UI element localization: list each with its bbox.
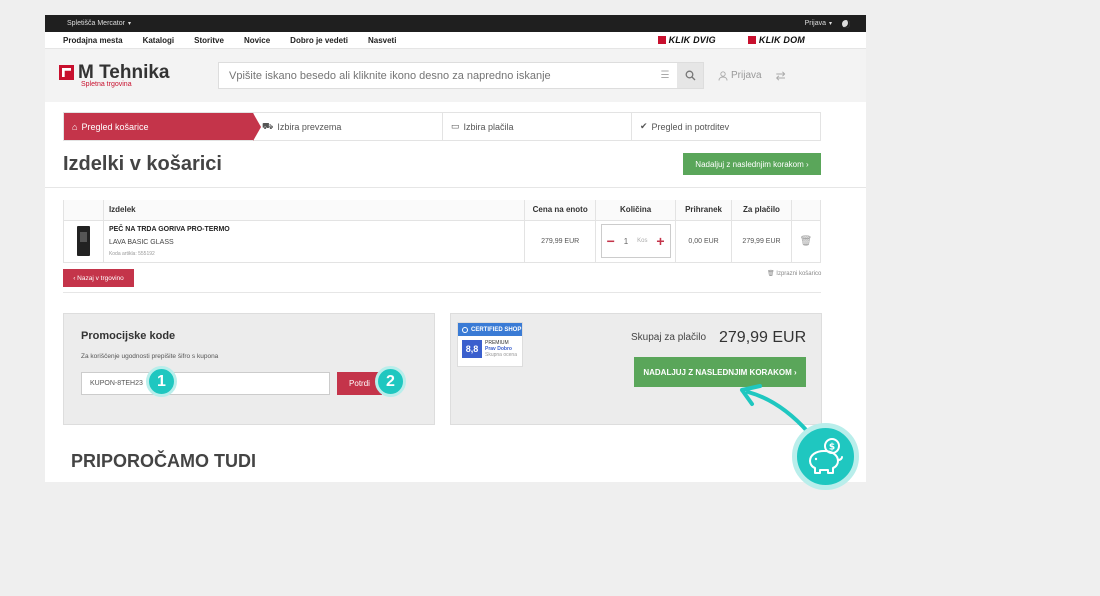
column-header: Cena na enoto (524, 200, 597, 221)
quantity-stepper: − 1 Kos + (600, 224, 671, 258)
quantity-unit: Kos (637, 238, 648, 244)
divider (45, 187, 866, 188)
increase-quantity-button[interactable]: + (656, 234, 664, 248)
dark-mode-icon[interactable] (842, 19, 850, 28)
rating-score: 8,8 (462, 340, 482, 358)
next-step-button[interactable]: NADALJUJ Z NASLEDNJIM KORAKOM › (634, 357, 806, 387)
unit-price: 279,99 EUR (524, 219, 597, 263)
table-row: PEČ NA TRDA GORIVA PRO-TERMO LAVA BASIC … (63, 219, 822, 263)
main-nav: Prodajna mesta Katalogi Storitve Novice … (45, 32, 866, 49)
product-code: Koda artikla: 555192 (108, 250, 155, 257)
column-header: Količina (595, 200, 677, 221)
klik-logo-icon (657, 36, 666, 44)
divider (63, 292, 821, 293)
top-login-link[interactable]: Prijava ▾ (805, 20, 832, 27)
shop-page: Spletišča Mercator ▾ Prijava ▾ Prodajna me… (45, 15, 866, 482)
product-image[interactable] (76, 226, 90, 256)
column-header: Prihranek (675, 200, 733, 221)
truck-icon: ⛟ (262, 120, 274, 131)
logo[interactable]: M Tehnika Spletna trgovina (59, 63, 214, 88)
decrease-quantity-button[interactable]: − (607, 234, 615, 248)
trash-icon[interactable]: 🗑 (800, 236, 813, 247)
user-icon (718, 70, 728, 81)
empty-cart-link[interactable]: 🗑 Izprazni košarico (767, 270, 821, 277)
cart-table: Izdelek Cena na enoto Količina Prihranek… (63, 200, 822, 263)
rating-caption: Skupna ocena (485, 352, 517, 358)
site-header: M Tehnika Spletna trgovina ☰ Prijava ⇄ (45, 49, 866, 102)
trash-icon: 🗑 (767, 271, 775, 277)
step-cart-review[interactable]: ⌂ Pregled košarice (64, 113, 261, 141)
checkout-steps: ⌂ Pregled košarice ⛟ Izbira prevzema ▭ Izbi… (63, 112, 821, 141)
table-header-row: Izdelek Cena na enoto Količina Prihranek… (63, 200, 822, 221)
promo-title: Promocijske kode (81, 330, 176, 342)
product-image-cell[interactable] (63, 219, 104, 263)
promo-code-panel: Promocijske kode Za koriščenje ugodnosti… (63, 313, 435, 425)
saving-value: 0,00 EUR (675, 219, 733, 263)
advanced-search-icon[interactable]: ☰ (653, 70, 677, 81)
compare-icon[interactable]: ⇄ (776, 69, 786, 83)
product-cell: PEČ NA TRDA GORIVA PRO-TERMO LAVA BASIC … (102, 219, 526, 263)
product-variant: LAVA BASIC GLASS (108, 238, 174, 246)
nav-item-prodajna-mesta[interactable]: Prodajna mesta (63, 36, 123, 45)
back-to-shop-button[interactable]: ‹ Nazaj v trgovino (63, 269, 134, 287)
piggy-bank-badge: $ (792, 423, 859, 490)
step-badge-1: 1 (146, 366, 177, 397)
top-bar: Spletišča Mercator ▾ Prijava ▾ (45, 15, 866, 32)
brand-klik-dom-link[interactable]: KLIK DOM (747, 35, 805, 45)
step-badge-2: 2 (375, 366, 406, 397)
total-label: Skupaj za plačilo (631, 332, 707, 343)
recommendations-heading: PRIPOROČAMO TUDI (71, 451, 257, 471)
product-name[interactable]: PEČ NA TRDA GORIVA PRO-TERMO (109, 226, 524, 233)
remove-cell: 🗑 (790, 219, 822, 263)
promo-description: Za koriščenje ugodnosti prepišite šifro … (81, 353, 219, 360)
search-icon (685, 70, 695, 81)
store-selector[interactable]: Spletišča Mercator ▾ (67, 20, 131, 27)
m-logo-icon (59, 65, 74, 80)
nav-item-dobro-je-vedeti[interactable]: Dobro je vedeti (290, 36, 348, 45)
total-value: 279,99 EUR (719, 329, 807, 346)
brand-klik-dvig-link[interactable]: KLIK DVIG (657, 35, 716, 45)
search-bar: ☰ (218, 62, 704, 89)
column-header: Za plačilo (731, 200, 792, 221)
image-column-header (63, 200, 104, 221)
search-input[interactable] (219, 69, 653, 82)
nav-item-novice[interactable]: Novice (244, 36, 270, 45)
nav-item-nasveti[interactable]: Nasveti (368, 36, 396, 45)
promo-code-input[interactable] (81, 372, 330, 395)
actions-column-header (790, 200, 822, 221)
quantity-value[interactable]: 1 (624, 237, 628, 246)
order-summary-panel: CERTIFIED SHOP 8,8 PREMIUM Prav Dobro Sk… (450, 313, 822, 425)
page-title: Izdelki v košarici (63, 153, 222, 175)
piggy-bank-icon: $ (808, 437, 843, 474)
card-icon: ▭ (451, 121, 460, 131)
check-icon: ✔ (640, 121, 648, 131)
search-button[interactable] (677, 63, 703, 88)
quantity-cell: − 1 Kos + (595, 219, 677, 263)
certified-shop-badge[interactable]: CERTIFIED SHOP 8,8 PREMIUM Prav Dobro Sk… (457, 322, 523, 367)
nav-item-katalogi[interactable]: Katalogi (143, 36, 175, 45)
next-step-button-top[interactable]: Nadaljuj z naslednjim korakom › (683, 153, 821, 175)
nav-item-storitve[interactable]: Storitve (194, 36, 224, 45)
line-total: 279,99 EUR (731, 219, 792, 263)
step-payment[interactable]: ▭ Izbira plačila (443, 113, 632, 140)
certified-icon (462, 326, 468, 333)
login-link[interactable]: Prijava (718, 70, 762, 81)
step-delivery[interactable]: ⛟ Izbira prevzema (254, 113, 443, 140)
column-header: Izdelek (102, 200, 526, 221)
basket-icon: ⌂ (72, 121, 78, 132)
step-confirm[interactable]: ✔ Pregled in potrditev (632, 113, 820, 140)
klik-logo-icon (747, 36, 756, 44)
